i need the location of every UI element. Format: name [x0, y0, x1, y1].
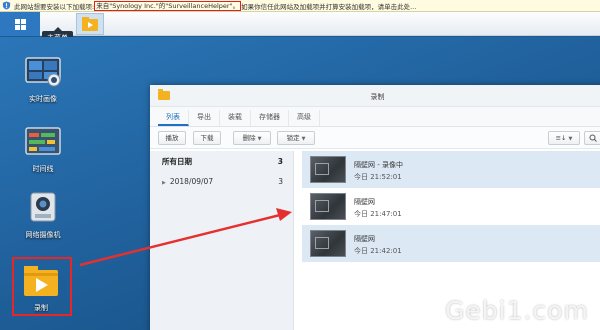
video-thumbnail	[310, 230, 346, 257]
recording-time: 今日 21:42:01	[354, 247, 402, 255]
tab-mount[interactable]: 装载	[220, 110, 251, 126]
expand-arrow-icon[interactable]: ▶	[162, 180, 166, 186]
date-sidebar: 所有日期 3 ▶ 2018/09/07 3	[150, 151, 294, 330]
lock-button[interactable]: 锁定 ▼	[277, 131, 315, 145]
shield-warning-icon	[2, 1, 11, 10]
recording-folder-icon	[82, 17, 98, 31]
sidebar-item-label: 所有日期	[162, 156, 192, 166]
taskbar-recording-app[interactable]	[76, 13, 104, 35]
recording-time: 今日 21:47:01	[354, 210, 402, 218]
play-button-label: 播放	[165, 134, 179, 142]
video-thumbnail	[310, 156, 346, 183]
watermark: Gebi1.com	[445, 296, 589, 325]
recording-time: 今日 21:52:01	[354, 173, 402, 181]
tab-list[interactable]: 列表	[158, 110, 189, 126]
sidebar-item-date[interactable]: ▶ 2018/09/07 3	[150, 171, 293, 191]
play-button[interactable]: 播放	[158, 131, 186, 145]
delete-button[interactable]: 删除 ▼	[233, 131, 271, 145]
desktop-icon-ip-camera[interactable]: 网络摄像机	[8, 191, 78, 240]
recording-name: 隔壁网	[354, 235, 375, 243]
sort-list-icon: ≡↓	[555, 134, 567, 142]
recording-name: 隔壁网	[354, 198, 375, 206]
info-bar[interactable]: 此网站想要安装以下加载项: 来自"Synology Inc."的"Surveil…	[0, 0, 600, 12]
recording-icon-highlight	[12, 257, 72, 316]
grid-icon	[14, 18, 26, 30]
sort-button[interactable]: ≡↓ ▼	[548, 131, 580, 145]
recording-name: 隔壁网 - 录像中	[354, 161, 403, 169]
chevron-down-icon: ▼	[257, 136, 262, 142]
tab-bar: 列表 导出 装载 存储器 高级	[150, 107, 600, 127]
desktop-icon-label: 时间线	[32, 165, 54, 173]
live-view-icon	[25, 57, 61, 87]
tab-advanced[interactable]: 高级	[289, 110, 320, 126]
desktop-icon-label: 实时画像	[29, 95, 57, 103]
sidebar-item-label: 2018/09/07	[169, 176, 214, 186]
addon-source-highlight: 来自"Synology Inc."的"SurveillanceHelper"。	[94, 0, 242, 11]
list-item[interactable]: 隔壁网 今日 21:47:01	[302, 188, 600, 225]
timeline-icon	[25, 127, 61, 155]
main-menu-button[interactable]	[0, 12, 40, 36]
chevron-down-icon: ▼	[568, 136, 573, 142]
sidebar-item-all-dates[interactable]: 所有日期 3	[150, 151, 293, 171]
sidebar-item-count: 3	[278, 176, 283, 186]
ip-camera-icon	[30, 192, 56, 222]
desktop-icon-timeline[interactable]: 时间线	[8, 125, 78, 174]
list-item[interactable]: 隔壁网 - 录像中 今日 21:52:01	[302, 151, 600, 188]
download-button-label: 下载	[200, 134, 214, 142]
sidebar-item-count: 3	[277, 156, 283, 166]
list-item[interactable]: 隔壁网 今日 21:42:01	[302, 225, 600, 262]
window-title: 录制	[370, 93, 385, 101]
recording-window: 录制 列表 导出 装载 存储器 高级 播放 下载 删除 ▼ 锁定 ▼ ≡↓ ▼ 所有日…	[150, 85, 600, 330]
search-icon	[589, 134, 597, 142]
lock-button-label: 锁定	[286, 134, 300, 142]
tab-storage[interactable]: 存储器	[251, 110, 289, 126]
desktop-icon-label: 网络摄像机	[25, 231, 61, 239]
delete-button-label: 删除	[242, 134, 256, 142]
tab-export[interactable]: 导出	[189, 110, 220, 126]
taskbar	[0, 12, 600, 36]
info-bar-action-text[interactable]: 如果你信任此网站及加载项并打算安装加载项，请单击此处...	[241, 1, 416, 11]
toolbar: 播放 下载 删除 ▼ 锁定 ▼ ≡↓ ▼	[150, 127, 600, 149]
info-bar-text: 此网站想要安装以下加载项:	[14, 2, 95, 11]
chevron-down-icon: ▼	[301, 136, 306, 142]
search-button[interactable]	[584, 131, 600, 145]
desktop-icon-live-view[interactable]: 实时画像	[8, 55, 78, 104]
download-button[interactable]: 下载	[193, 131, 221, 145]
window-titlebar[interactable]: 录制	[150, 85, 600, 107]
video-thumbnail	[310, 193, 346, 220]
